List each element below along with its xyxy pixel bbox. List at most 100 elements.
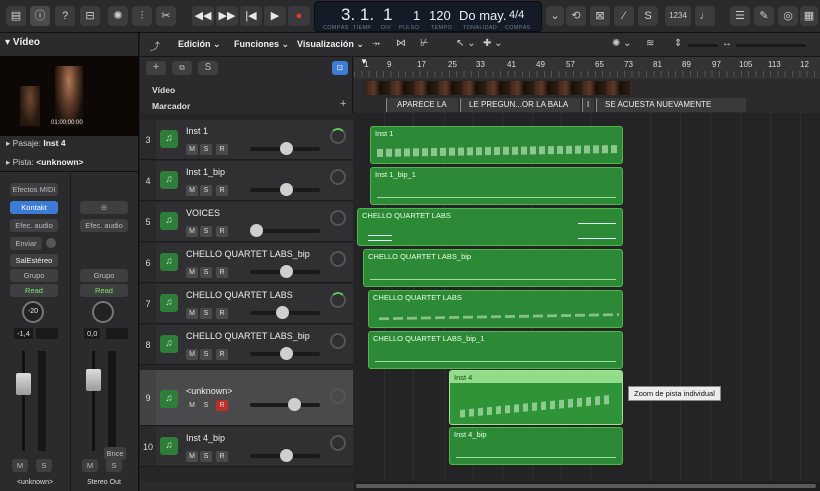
record-button[interactable]: ● bbox=[288, 6, 310, 26]
browser-button[interactable]: ▦ bbox=[800, 6, 818, 26]
region-selected[interactable]: Inst 4 bbox=[449, 370, 623, 425]
track-row[interactable]: 8 ♫ CHELLO QUARTET LABS_bip M S R bbox=[140, 325, 353, 365]
region[interactable]: CHELLO QUARTET LABS bbox=[368, 290, 623, 328]
volume-knob[interactable] bbox=[280, 183, 293, 196]
toolbar-button[interactable]: ⊟ bbox=[80, 6, 100, 26]
fader-cap-1[interactable] bbox=[16, 373, 31, 395]
track-name[interactable]: VOICES bbox=[186, 208, 220, 218]
horizontal-scrollbar[interactable] bbox=[354, 481, 820, 491]
forward-button[interactable]: ▶▶ bbox=[216, 6, 238, 26]
mute-button[interactable]: M bbox=[186, 400, 198, 411]
record-enable-button[interactable]: R bbox=[216, 308, 228, 319]
track-name[interactable]: CHELLO QUARTET LABS bbox=[186, 290, 293, 300]
pan-knob[interactable] bbox=[330, 388, 346, 404]
smart-controls-button[interactable]: ✺ bbox=[108, 6, 128, 26]
go-to-start-button[interactable]: |◀ bbox=[240, 6, 262, 26]
group-slot-2[interactable]: Grupo bbox=[80, 269, 128, 282]
track-row[interactable]: 5 ♫ VOICES M S R bbox=[140, 202, 353, 242]
volume-slider[interactable] bbox=[250, 224, 320, 237]
pan-knob-1[interactable]: -20 bbox=[22, 301, 44, 323]
menu-view[interactable]: Visualización ⌄ bbox=[297, 39, 364, 50]
solo-mode-button[interactable]: S bbox=[638, 6, 658, 26]
mute-button[interactable]: M bbox=[186, 349, 198, 360]
scissors-button[interactable]: ✂ bbox=[156, 6, 176, 26]
volume-knob[interactable] bbox=[288, 398, 301, 411]
marker-3[interactable]: I bbox=[582, 98, 594, 112]
notepad-button[interactable]: ✎ bbox=[754, 6, 774, 26]
volume-slider[interactable] bbox=[250, 398, 320, 411]
solo-global-button[interactable]: S bbox=[198, 61, 218, 75]
region[interactable]: CHELLO QUARTET LABS bbox=[357, 208, 623, 246]
solo-button-1[interactable]: S bbox=[36, 459, 52, 472]
effects-midi-button[interactable]: Efectos MIDI bbox=[10, 183, 58, 196]
play-button[interactable]: ▶ bbox=[264, 6, 286, 26]
mute-button-2[interactable]: M bbox=[82, 459, 98, 472]
volume-knob[interactable] bbox=[280, 449, 293, 462]
pan-knob[interactable] bbox=[330, 333, 346, 349]
replace-button[interactable]: ⊠ bbox=[590, 6, 610, 26]
pointer-tool-icon[interactable]: ↖ ⌄ bbox=[456, 38, 476, 49]
region[interactable]: CHELLO QUARTET LABS_bip_1 bbox=[368, 331, 623, 369]
solo-button[interactable]: S bbox=[200, 144, 212, 155]
ruler[interactable]: ▼ 1 9 17 25 33 41 49 57 65 73 81 89 97 1… bbox=[354, 57, 820, 79]
pan-knob[interactable] bbox=[330, 169, 346, 185]
marker-1[interactable]: APARECE LA bbox=[386, 98, 458, 112]
solo-button[interactable]: S bbox=[200, 400, 212, 411]
lcd-display[interactable]: 3. 1. 1 1 120 Do may. 4/4 COMPÁS TIEMP D… bbox=[314, 1, 542, 32]
send-slot[interactable]: Enviar bbox=[10, 237, 42, 250]
record-enable-button[interactable]: R bbox=[216, 267, 228, 278]
region[interactable]: Inst 4_bip bbox=[449, 427, 623, 465]
pista-row[interactable]: ▸ Pista: <unknown> bbox=[6, 157, 84, 168]
volume-slider[interactable] bbox=[250, 306, 320, 319]
track-row[interactable]: 3 ♫ Inst 1 M S R bbox=[140, 120, 353, 160]
region[interactable]: Inst 1_bip_1 bbox=[370, 167, 623, 205]
audio-fx-slot[interactable]: Efec. audio bbox=[10, 219, 58, 232]
pan-knob[interactable] bbox=[330, 210, 346, 226]
chevron-down-icon[interactable]: ⌄ bbox=[546, 6, 564, 26]
library-button[interactable]: ▤ bbox=[6, 6, 26, 26]
snap-icon[interactable]: ✺ ⌄ bbox=[612, 38, 632, 49]
pan-knob-2[interactable] bbox=[92, 301, 114, 323]
back-icon[interactable]: ⤴ bbox=[150, 38, 166, 53]
link-button[interactable]: ⊝ bbox=[80, 201, 128, 214]
output-slot[interactable]: SalEstéreo bbox=[10, 254, 58, 267]
record-enable-button[interactable]: R bbox=[216, 226, 228, 237]
track-row[interactable]: 7 ♫ CHELLO QUARTET LABS M S R bbox=[140, 284, 353, 324]
horizontal-zoom-slider[interactable] bbox=[736, 44, 806, 47]
solo-button[interactable]: S bbox=[200, 185, 212, 196]
waveform-zoom-icon[interactable]: ≋ bbox=[646, 38, 654, 49]
volume-slider[interactable] bbox=[250, 265, 320, 278]
vertical-zoom-icon[interactable]: ⇕ bbox=[674, 38, 682, 49]
track-row[interactable]: 6 ♫ CHELLO QUARTET LABS_bip M S R bbox=[140, 243, 353, 283]
mute-button[interactable]: M bbox=[186, 226, 198, 237]
track-name[interactable]: Inst 4_bip bbox=[186, 433, 225, 443]
catch-icon[interactable]: ⤞ bbox=[372, 38, 380, 49]
track-name[interactable]: CHELLO QUARTET LABS_bip bbox=[186, 331, 310, 341]
marker-2[interactable]: LE PREGUN...OR LA BALA bbox=[460, 98, 580, 112]
pan-knob[interactable] bbox=[330, 251, 346, 267]
audio-fx-slot-2[interactable]: Efec. audio bbox=[80, 219, 128, 232]
send-knob[interactable] bbox=[46, 238, 56, 248]
track-name[interactable]: Inst 1 bbox=[186, 126, 208, 136]
loop-browser-button[interactable]: ◎ bbox=[778, 6, 798, 26]
track-name[interactable]: <unknown> bbox=[186, 386, 233, 396]
record-enable-button[interactable]: R bbox=[216, 400, 228, 411]
solo-button[interactable]: S bbox=[200, 267, 212, 278]
volume-slider[interactable] bbox=[250, 183, 320, 196]
add-track-button[interactable]: + bbox=[146, 61, 166, 75]
flex-icon[interactable]: ⋈ bbox=[396, 38, 406, 49]
pan-knob[interactable] bbox=[330, 128, 346, 144]
track-row[interactable]: 10 ♫ Inst 4_bip M S R bbox=[140, 427, 353, 467]
inspector-button[interactable]: ⓘ bbox=[30, 6, 50, 26]
solo-button-2[interactable]: S bbox=[106, 459, 122, 472]
track-row[interactable]: 4 ♫ Inst 1_bip M S R bbox=[140, 161, 353, 201]
secondary-tool-icon[interactable]: ✚ ⌄ bbox=[483, 38, 503, 49]
track-name[interactable]: Inst 1_bip bbox=[186, 167, 225, 177]
metronome-icon[interactable]: ♩ bbox=[695, 6, 715, 26]
marker-4[interactable]: SE ACUESTA NUEVAMENTE bbox=[596, 98, 746, 112]
volume-knob[interactable] bbox=[280, 142, 293, 155]
automation-read-2[interactable]: Read bbox=[80, 284, 128, 297]
solo-button[interactable]: S bbox=[200, 451, 212, 462]
mute-button[interactable]: M bbox=[186, 308, 198, 319]
inspector-title[interactable]: ▾ Vídeo bbox=[5, 37, 40, 48]
